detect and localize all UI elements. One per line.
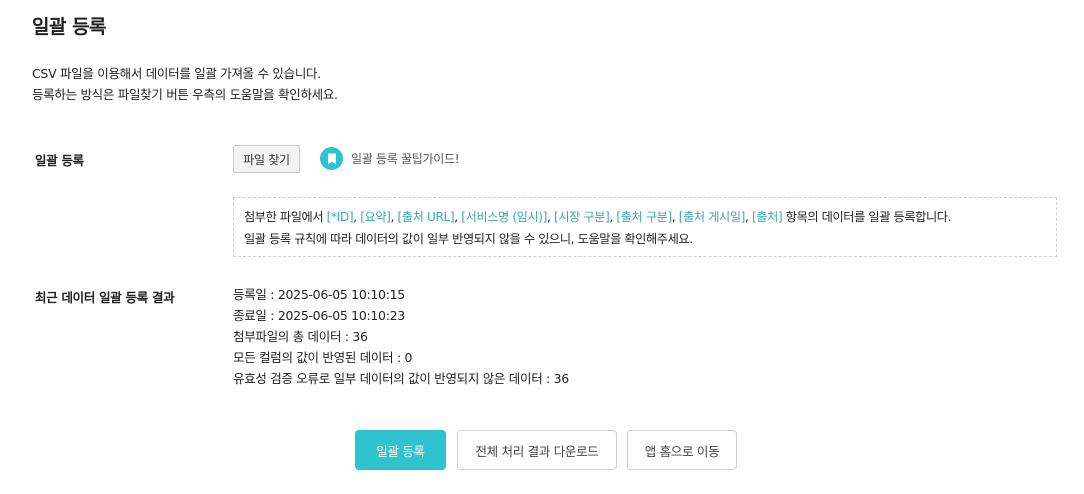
guide-link[interactable]: 일괄 등록 꿀팁가이드!	[320, 147, 460, 170]
notice-suffix: 항목의 데이터를 일괄 등록합니다.	[782, 210, 952, 224]
notice-field: [요약]	[360, 210, 391, 224]
go-app-home-button[interactable]: 앱 홈으로 이동	[627, 430, 737, 470]
notice-field: [출처]	[751, 210, 783, 224]
notice-field: [출처 URL]	[397, 210, 455, 224]
intro-line-2: 등록하는 방식은 파일찾기 버튼 우측의 도움말을 확인하세요.	[32, 87, 338, 102]
upload-label: 일괄 등록	[35, 153, 84, 168]
bulk-register-page: 일괄 등록 CSV 파일을 이용해서 데이터를 일괄 가져올 수 있습니다. 등…	[0, 0, 1084, 494]
notice-field: [서비스명 (임시)]	[461, 210, 548, 224]
result-total: 첨부파일의 총 데이터 : 36	[233, 329, 368, 344]
result-registered-at: 등록일 : 2025-06-05 10:10:15	[233, 287, 405, 302]
download-results-button[interactable]: 전체 처리 결과 다운로드	[457, 430, 617, 470]
notice-box: 첨부한 파일에서 [*ID], [요약], [출처 URL], [서비스명 (임…	[233, 197, 1057, 257]
notice-prefix: 첨부한 파일에서	[244, 210, 327, 224]
intro-text: CSV 파일을 이용해서 데이터를 일괄 가져올 수 있습니다. 등록하는 방식…	[32, 63, 338, 105]
bulk-register-button[interactable]: 일괄 등록	[355, 430, 446, 470]
notice-field: [시장 구분]	[553, 210, 610, 224]
bookmark-icon	[320, 147, 343, 170]
result-all-reflected: 모든 컬럼의 값이 반영된 데이터 : 0	[233, 350, 413, 365]
results-label: 최근 데이터 일괄 등록 결과	[35, 290, 175, 305]
intro-line-1: CSV 파일을 이용해서 데이터를 일괄 가져올 수 있습니다.	[32, 66, 321, 81]
notice-field: [출처 게시일]	[678, 210, 746, 224]
guide-link-label: 일괄 등록 꿀팁가이드!	[351, 152, 460, 166]
notice-line-2: 일괄 등록 규칙에 따라 데이터의 값이 일부 반영되지 않을 수 있으니, 도…	[244, 232, 693, 246]
result-partial: 유효성 검증 오류로 일부 데이터의 값이 반영되지 않은 데이터 : 36	[233, 371, 569, 386]
file-select-button[interactable]: 파일 찾기	[233, 145, 300, 173]
results-list: 등록일 : 2025-06-05 10:10:15 종료일 : 2025-06-…	[233, 284, 569, 389]
result-finished-at: 종료일 : 2025-06-05 10:10:23	[233, 308, 405, 323]
page-title: 일괄 등록	[32, 16, 107, 38]
notice-field: [출처 구분]	[616, 210, 672, 224]
notice-line-1: 첨부한 파일에서 [*ID], [요약], [출처 URL], [서비스명 (임…	[244, 210, 952, 224]
notice-field: [*ID]	[326, 210, 354, 224]
